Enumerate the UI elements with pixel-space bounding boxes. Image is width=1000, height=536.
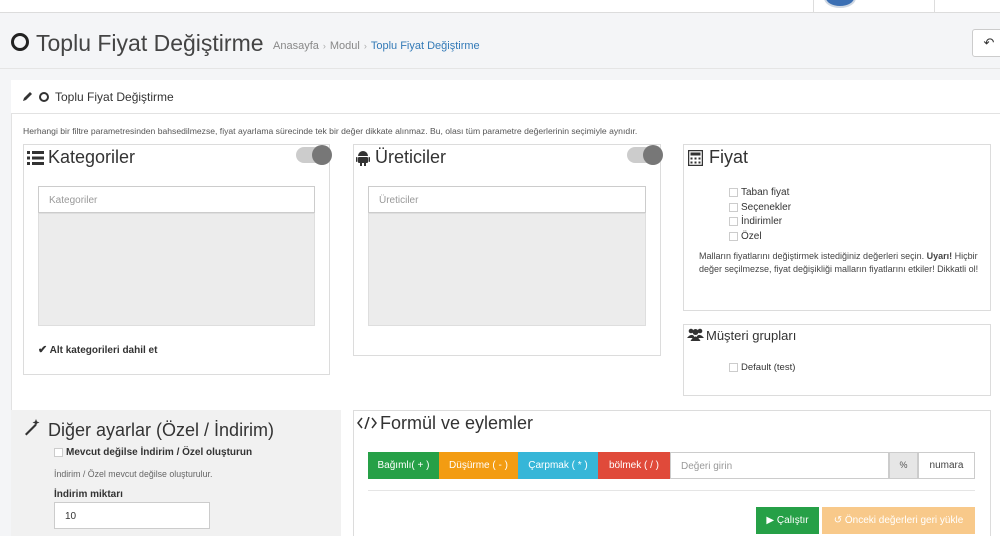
back-button[interactable]: ↶ (972, 29, 1000, 57)
number-toggle[interactable]: numara (918, 452, 975, 479)
price-description-text: Malların fiyatlarını değiştirmek istediğ… (699, 251, 925, 261)
play-icon: ▶ (766, 515, 775, 526)
add-button[interactable]: Bağımlı( + ) (368, 452, 439, 479)
breadcrumb-module[interactable]: Modul (330, 40, 360, 52)
magic-wand-icon (23, 418, 41, 439)
price-option-discounts[interactable]: İndirimler (729, 216, 782, 227)
price-title: Fiyat (709, 147, 749, 167)
checkbox[interactable] (54, 447, 63, 457)
create-if-missing-option[interactable]: Mevcut değilse İndirim / Özel oluşturun (54, 447, 252, 458)
android-icon (356, 150, 370, 169)
customer-groups-title: Müşteri grupları (706, 328, 797, 343)
price-description: Malların fiyatlarını değiştirmek istediğ… (699, 250, 984, 276)
discount-qty-label: İndirim miktarı (54, 489, 123, 500)
code-icon (357, 416, 377, 432)
top-navbar (0, 0, 1000, 13)
undo-icon: ↺ (833, 515, 843, 526)
manufacturers-title: Üreticiler (375, 147, 447, 167)
calculator-icon (687, 149, 704, 169)
checkbox[interactable] (729, 187, 738, 197)
create-if-missing-label: Mevcut değilse İndirim / Özel oluşturun (66, 447, 253, 458)
manufacturers-toggle[interactable] (627, 145, 663, 165)
customer-group-label: Default (test) (741, 362, 796, 373)
subtract-button[interactable]: Düşürme ( - ) (439, 452, 518, 479)
price-option-label: Seçenekler (741, 202, 792, 213)
restore-button-label: Önceki değerleri geri yükle (844, 515, 964, 526)
categories-list[interactable] (38, 213, 315, 326)
price-option-special[interactable]: Özel (729, 231, 762, 242)
toggle-knob (643, 145, 663, 165)
page-title: Toplu Fiyat Değiştirme (36, 30, 264, 56)
navbar-divider (813, 0, 814, 13)
portlet-title: Toplu Fiyat Değiştirme (55, 90, 174, 104)
run-button[interactable]: ▶ Çalıştır (756, 507, 819, 534)
header-divider (0, 68, 1000, 69)
checkbox[interactable] (729, 202, 738, 212)
checkbox[interactable] (729, 362, 738, 372)
checkbox[interactable] (729, 231, 738, 241)
filter-notice: Herhangi bir filtre parametresinden bahs… (23, 126, 638, 136)
price-option-label: Taban fiyat (741, 187, 790, 198)
other-settings-title: Diğer ayarlar (Özel / İndirim) (48, 420, 275, 440)
restore-button[interactable]: ↺ Önceki değerleri geri yükle (822, 507, 975, 534)
back-arrow-icon: ↶ (983, 35, 995, 50)
include-subcategories-label: Alt kategorileri dahil et (49, 345, 158, 356)
categories-search-input[interactable]: Kategoriler (38, 186, 315, 213)
list-icon (27, 151, 44, 168)
value-input[interactable]: Değeri girin (670, 452, 889, 479)
formula-title: Formül ve eylemler (380, 413, 534, 433)
categories-title: Kategoriler (48, 147, 136, 167)
formula-divider (368, 490, 975, 491)
categories-toggle[interactable] (296, 145, 332, 165)
users-icon (687, 328, 704, 344)
percent-toggle[interactable]: % (889, 452, 918, 479)
toggle-knob (312, 145, 332, 165)
navbar-divider (934, 0, 935, 13)
divide-button[interactable]: bölmek ( / ) (598, 452, 670, 479)
checkmark-icon[interactable]: ✔ (38, 344, 47, 356)
price-panel (683, 144, 991, 311)
include-subcategories-option[interactable]: ✔ Alt kategorileri dahil et (38, 343, 157, 356)
customer-group-default[interactable]: Default (test) (729, 362, 795, 373)
price-option-label: İndirimler (741, 216, 783, 227)
page-title-ring-icon (11, 33, 29, 51)
breadcrumb-home[interactable]: Anasayfa (273, 40, 319, 52)
portlet-ring-icon (39, 92, 49, 102)
manufacturers-list[interactable] (368, 213, 646, 326)
price-option-label: Özel (741, 231, 762, 242)
breadcrumb-current[interactable]: Toplu Fiyat Değiştirme (371, 40, 480, 52)
pencil-icon (22, 91, 33, 105)
price-warning: Uyarı! (926, 251, 953, 261)
create-if-missing-help: İndirim / Özel mevcut değilse oluşturulu… (54, 469, 213, 479)
user-avatar[interactable] (824, 0, 856, 8)
breadcrumb: Anasayfa › Modul › Toplu Fiyat Değiştirme (273, 40, 480, 52)
price-option-options[interactable]: Seçenekler (729, 202, 791, 213)
discount-qty-input[interactable]: 10 (54, 502, 210, 529)
checkbox[interactable] (729, 216, 738, 226)
multiply-button[interactable]: Çarpmak ( * ) (518, 452, 598, 479)
run-button-label: Çalıştır (776, 515, 809, 526)
price-option-base[interactable]: Taban fiyat (729, 187, 789, 198)
manufacturers-search-input[interactable]: Üreticiler (368, 186, 646, 213)
